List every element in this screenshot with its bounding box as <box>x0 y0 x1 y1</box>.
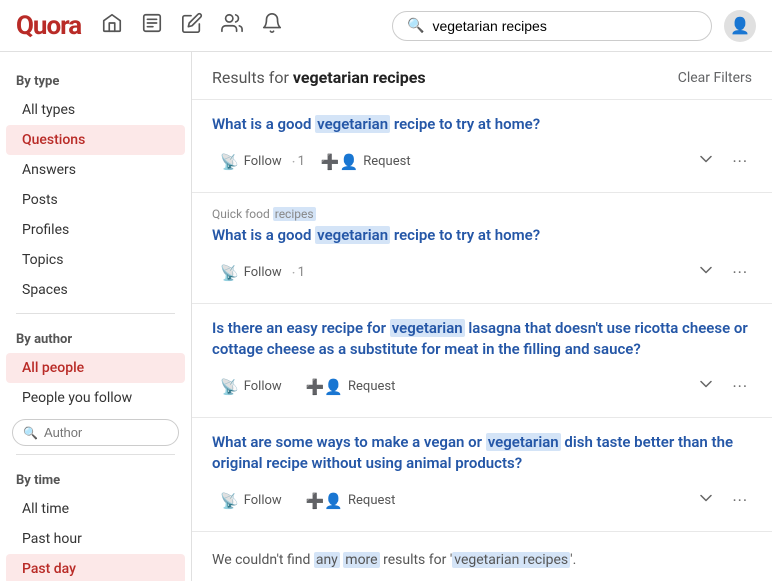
follow-count-1: 1 <box>298 154 305 169</box>
question-actions-2: 📡 Follow · 1 ··· <box>212 256 752 289</box>
highlight: vegetarian <box>315 115 390 133</box>
sidebar-item-questions[interactable]: Questions <box>6 125 185 155</box>
question-title-3[interactable]: Is there an easy recipe for vegetarian l… <box>212 318 752 360</box>
results-header: Results for vegetarian recipes Clear Fil… <box>192 52 772 100</box>
author-input-wrap[interactable]: 🔍 <box>12 419 179 446</box>
question-context-2: Quick food recipes <box>212 207 752 221</box>
more-button-1[interactable]: ··· <box>728 148 752 175</box>
downvote-button-3[interactable] <box>692 370 720 403</box>
question-actions-1: 📡 Follow · 1 ➕👤 Request ··· <box>212 145 752 178</box>
clear-filters-button[interactable]: Clear Filters <box>678 70 752 86</box>
context-highlight-2: recipes <box>273 207 316 221</box>
no-more-results: We couldn't find any more results for 'v… <box>192 532 772 578</box>
highlight-3: vegetarian <box>390 319 465 337</box>
action-right-1: ··· <box>692 145 752 178</box>
search-icon: 🔍 <box>407 18 424 34</box>
question-title-2[interactable]: What is a good vegetarian recipe to try … <box>212 225 752 246</box>
sidebar-item-posts[interactable]: Posts <box>6 185 185 215</box>
question-card-3: Is there an easy recipe for vegetarian l… <box>192 304 772 418</box>
sidebar-divider-2 <box>16 454 175 455</box>
request-icon-3: ➕👤 <box>306 378 343 396</box>
request-icon-1: ➕👤 <box>321 153 358 171</box>
highlight-2: vegetarian <box>315 226 390 244</box>
request-button-1[interactable]: ➕👤 Request <box>313 149 419 175</box>
follow-label-4: Follow <box>244 493 282 508</box>
author-search-icon: 🔍 <box>23 426 38 440</box>
follow-button-1[interactable]: 📡 Follow <box>212 149 290 175</box>
sidebar-item-topics[interactable]: Topics <box>6 245 185 275</box>
sidebar-item-past-hour[interactable]: Past hour <box>6 524 185 554</box>
sidebar-item-all-people[interactable]: All people <box>6 353 185 383</box>
action-right-2: ··· <box>692 256 752 289</box>
home-icon[interactable] <box>101 12 123 39</box>
layout: By type All types Questions Answers Post… <box>0 52 772 581</box>
write-icon[interactable] <box>181 12 203 39</box>
query-highlight: vegetarian recipes <box>452 552 570 568</box>
follow-icon-2: 📡 <box>220 264 239 282</box>
avatar[interactable]: 👤 <box>724 10 756 42</box>
sidebar-item-past-day[interactable]: Past day <box>6 554 185 581</box>
by-author-label: By author <box>0 322 191 353</box>
request-label-3: Request <box>348 379 395 394</box>
search-bar[interactable]: 🔍 <box>392 11 712 41</box>
sidebar-item-all-types[interactable]: All types <box>6 95 185 125</box>
dot-sep-1: · <box>292 153 296 171</box>
question-actions-4: 📡 Follow ➕👤 Request ··· <box>212 484 752 517</box>
results-query: vegetarian recipes <box>293 68 426 87</box>
results-title: Results for vegetarian recipes <box>212 68 426 87</box>
sidebar-item-all-time[interactable]: All time <box>6 494 185 524</box>
request-button-4[interactable]: ➕👤 Request <box>298 488 404 514</box>
by-time-label: By time <box>0 463 191 494</box>
action-right-3: ··· <box>692 370 752 403</box>
by-type-label: By type <box>0 64 191 95</box>
people-icon[interactable] <box>221 12 243 39</box>
more-button-4[interactable]: ··· <box>728 487 752 514</box>
highlight-4: vegetarian <box>486 433 561 451</box>
question-title-1[interactable]: What is a good vegetarian recipe to try … <box>212 114 752 135</box>
request-button-3[interactable]: ➕👤 Request <box>298 374 404 400</box>
more-button-2[interactable]: ··· <box>728 259 752 286</box>
header-nav-icons <box>101 12 283 39</box>
header: Quora <box>0 0 772 52</box>
follow-label-2: Follow <box>244 265 282 280</box>
any-highlight: any <box>314 552 340 568</box>
follow-icon-1: 📡 <box>220 153 239 171</box>
answers-icon[interactable] <box>141 12 163 39</box>
search-input[interactable] <box>432 18 697 34</box>
author-input[interactable] <box>44 425 168 440</box>
request-label-1: Request <box>363 154 410 169</box>
request-label-4: Request <box>348 493 395 508</box>
follow-button-4[interactable]: 📡 Follow <box>212 488 290 514</box>
sidebar: By type All types Questions Answers Post… <box>0 52 192 581</box>
request-icon-4: ➕👤 <box>306 492 343 510</box>
question-card-2: Quick food recipes What is a good vegeta… <box>192 193 772 304</box>
follow-icon-4: 📡 <box>220 492 239 510</box>
more-button-3[interactable]: ··· <box>728 373 752 400</box>
follow-button-2[interactable]: 📡 Follow <box>212 260 290 286</box>
downvote-button-2[interactable] <box>692 256 720 289</box>
more-highlight: more <box>343 552 379 568</box>
results-prefix: Results for <box>212 68 293 87</box>
follow-label-3: Follow <box>244 379 282 394</box>
question-title-4[interactable]: What are some ways to make a vegan or ve… <box>212 432 752 474</box>
logo[interactable]: Quora <box>16 11 81 41</box>
follow-label-1: Follow <box>244 154 282 169</box>
bell-icon[interactable] <box>261 12 283 39</box>
follow-icon-3: 📡 <box>220 378 239 396</box>
main-content: Results for vegetarian recipes Clear Fil… <box>192 52 772 581</box>
question-actions-3: 📡 Follow ➕👤 Request ··· <box>212 370 752 403</box>
sidebar-item-spaces[interactable]: Spaces <box>6 275 185 305</box>
sidebar-item-people-you-follow[interactable]: People you follow <box>6 383 185 413</box>
sidebar-divider-1 <box>16 313 175 314</box>
action-right-4: ··· <box>692 484 752 517</box>
downvote-button-4[interactable] <box>692 484 720 517</box>
follow-count-2: 1 <box>298 265 305 280</box>
question-card-1: What is a good vegetarian recipe to try … <box>192 100 772 193</box>
sidebar-item-answers[interactable]: Answers <box>6 155 185 185</box>
dot-sep-2: · <box>292 264 296 282</box>
downvote-button-1[interactable] <box>692 145 720 178</box>
question-card-4: What are some ways to make a vegan or ve… <box>192 418 772 532</box>
follow-button-3[interactable]: 📡 Follow <box>212 374 290 400</box>
sidebar-item-profiles[interactable]: Profiles <box>6 215 185 245</box>
